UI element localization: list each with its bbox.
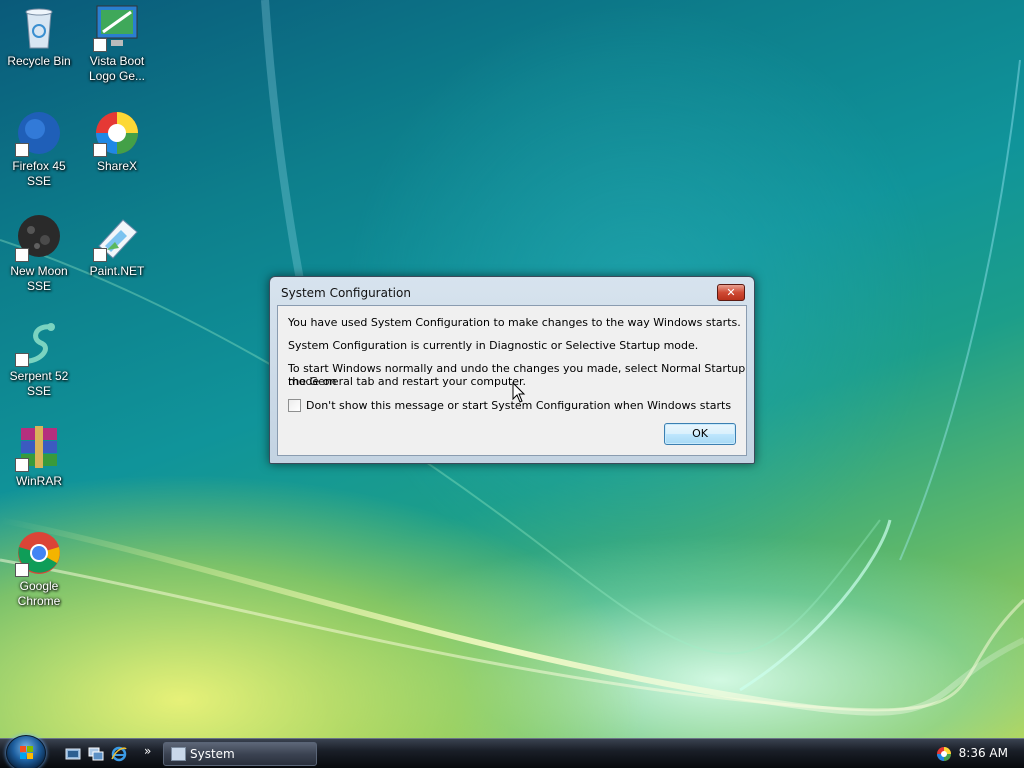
desktop-icon-label-2: Chrome — [17, 594, 61, 608]
close-button[interactable]: ✕ — [717, 284, 745, 301]
desktop-icon-label: ShareX — [96, 159, 138, 173]
desktop-icon-label: Google — [19, 579, 59, 593]
sharex-icon — [93, 109, 141, 157]
ok-button[interactable]: OK — [664, 423, 736, 445]
shortcut-arrow-icon — [93, 38, 107, 52]
winrar-icon — [15, 424, 63, 472]
desktop-icon-label-2: Logo Ge... — [88, 69, 146, 83]
desktop-icon-label: Recycle Bin — [7, 54, 71, 68]
desktop-icon-label: Firefox 45 SSE — [12, 159, 66, 188]
dont-show-checkbox[interactable] — [288, 399, 301, 412]
clock[interactable]: 8:36 AM — [959, 746, 1008, 760]
desktop-icon-sharex[interactable]: ShareX — [78, 109, 156, 174]
serpent-icon — [15, 319, 63, 367]
taskbar-button-system-configuration[interactable]: System Configuration — [163, 742, 317, 766]
internet-explorer-icon[interactable] — [111, 746, 127, 762]
new-moon-icon — [15, 214, 63, 262]
mouse-cursor-icon — [512, 382, 526, 403]
system-configuration-icon — [171, 747, 186, 761]
firefox-icon — [15, 109, 63, 157]
dialog-title: System Configuration — [281, 286, 411, 300]
shortcut-arrow-icon — [15, 353, 29, 367]
shortcut-arrow-icon — [93, 143, 107, 157]
vista-boot-logo-icon — [93, 4, 141, 52]
shortcut-arrow-icon — [15, 143, 29, 157]
message-line-2: System Configuration is currently in Dia… — [288, 339, 699, 352]
shortcut-arrow-icon — [15, 563, 29, 577]
dialog-titlebar[interactable]: System Configuration ✕ — [270, 277, 754, 305]
desktop-icon-paint-net[interactable]: Paint.NET — [78, 214, 156, 279]
desktop-icon-firefox[interactable]: Firefox 45 SSE — [0, 109, 78, 189]
shortcut-arrow-icon — [15, 458, 29, 472]
paint-net-icon — [93, 214, 141, 262]
desktop-icon-label: Vista Boot — [89, 54, 145, 68]
desktop-icon-new-moon[interactable]: New Moon SSE — [0, 214, 78, 294]
desktop-icon-label: WinRAR — [15, 474, 62, 488]
notification-area: 8:36 AM — [928, 739, 1024, 768]
switch-windows-icon[interactable] — [88, 746, 104, 762]
chrome-icon — [15, 529, 63, 577]
shortcut-arrow-icon — [15, 248, 29, 262]
system-configuration-dialog: System Configuration ✕ You have used Sys… — [269, 276, 755, 464]
recycle-bin-icon — [15, 4, 63, 52]
show-desktop-icon[interactable] — [65, 746, 81, 762]
taskbar: » System Configuration 8:36 AM — [0, 735, 1024, 768]
desktop-icon-label-2: SSE — [26, 279, 51, 293]
desktop-icon-google-chrome[interactable]: Google Chrome — [0, 529, 78, 609]
close-icon: ✕ — [726, 286, 736, 299]
sharex-tray-icon[interactable] — [936, 746, 952, 762]
quick-launch-more-icon[interactable]: » — [144, 744, 151, 758]
desktop-icon-serpent[interactable]: Serpent 52 SSE — [0, 319, 78, 399]
desktop-icon-recycle-bin[interactable]: Recycle Bin — [0, 4, 78, 69]
desktop-icon-label: Serpent 52 — [9, 369, 69, 383]
desktop-icon-winrar[interactable]: WinRAR — [0, 424, 78, 489]
desktop-icon-label: Paint.NET — [89, 264, 145, 278]
message-line-1: You have used System Configuration to ma… — [288, 316, 741, 329]
taskbar-button-label: System Configuration — [190, 747, 235, 761]
desktop-icon-label-2: SSE — [26, 384, 51, 398]
dont-show-checkbox-row[interactable]: Don't show this message or start System … — [288, 399, 731, 412]
start-button[interactable] — [6, 735, 46, 768]
shortcut-arrow-icon — [93, 248, 107, 262]
dialog-body: You have used System Configuration to ma… — [277, 305, 747, 456]
desktop-icon-label: New Moon — [10, 264, 68, 278]
message-line-3b: the General tab and restart your compute… — [288, 375, 527, 388]
desktop-icon-vista-boot-logo[interactable]: Vista Boot Logo Ge... — [78, 4, 156, 84]
windows-logo-icon — [20, 746, 33, 759]
